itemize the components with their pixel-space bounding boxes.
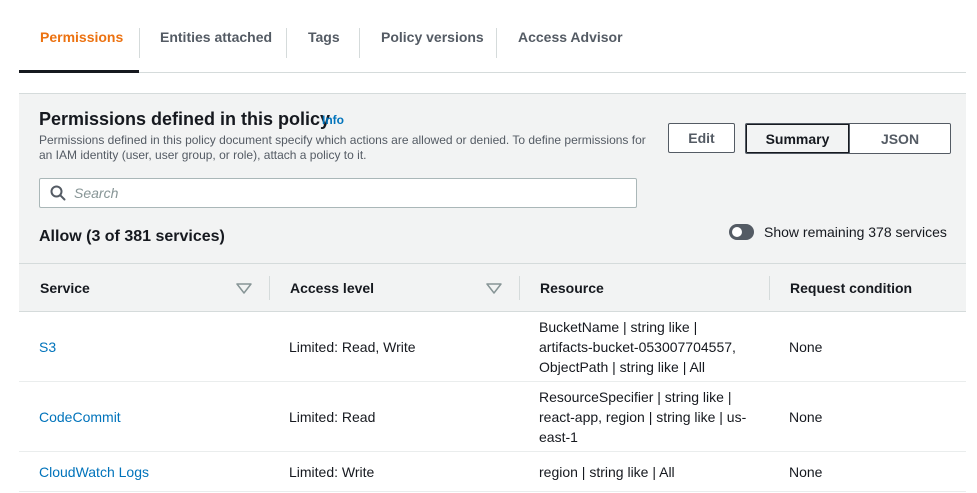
column-divider bbox=[769, 276, 770, 300]
tab-permissions[interactable]: Permissions bbox=[40, 0, 123, 73]
service-link-s3[interactable]: S3 bbox=[39, 312, 56, 381]
active-tab-indicator bbox=[19, 70, 139, 73]
request-condition-cell: None bbox=[789, 463, 823, 480]
edit-button[interactable]: Edit bbox=[668, 123, 735, 153]
show-remaining-services-label: Show remaining 378 services bbox=[764, 224, 947, 240]
toggle-knob bbox=[732, 227, 742, 237]
search-box bbox=[39, 178, 637, 208]
panel-description: Permissions defined in this policy docum… bbox=[39, 133, 646, 162]
search-input[interactable] bbox=[74, 183, 614, 203]
tab-policy-versions[interactable]: Policy versions bbox=[381, 0, 484, 73]
column-header-resource: Resource bbox=[540, 279, 604, 296]
allow-section-title: Allow (3 of 381 services) bbox=[39, 228, 225, 245]
tab-divider bbox=[496, 28, 497, 58]
access-level-cell: Limited: Read, Write bbox=[289, 338, 416, 355]
show-remaining-services-toggle[interactable] bbox=[729, 224, 754, 240]
search-icon bbox=[50, 185, 66, 201]
tab-access-advisor[interactable]: Access Advisor bbox=[518, 0, 623, 73]
service-link-codecommit[interactable]: CodeCommit bbox=[39, 382, 121, 451]
request-condition-cell: None bbox=[789, 408, 823, 425]
tab-divider bbox=[359, 28, 360, 58]
service-link-cloudwatch-logs[interactable]: CloudWatch Logs bbox=[39, 452, 149, 491]
resource-cell: BucketName | string like | artifacts-buc… bbox=[539, 318, 736, 375]
table-header: Service Access level Resource Request co… bbox=[19, 263, 966, 312]
resource-cell: ResourceSpecifier | string like | react-… bbox=[539, 388, 747, 445]
request-condition-cell: None bbox=[789, 338, 823, 355]
tab-divider bbox=[286, 28, 287, 58]
info-link[interactable]: Info bbox=[322, 113, 344, 127]
access-level-cell: Limited: Read bbox=[289, 408, 376, 425]
summary-view-button[interactable]: Summary bbox=[746, 124, 849, 153]
json-view-button[interactable]: JSON bbox=[849, 124, 950, 153]
table-row: CodeCommit Limited: Read ResourceSpecifi… bbox=[19, 382, 966, 452]
column-header-request-condition: Request condition bbox=[790, 279, 913, 296]
access-level-cell: Limited: Write bbox=[289, 463, 375, 480]
column-header-service[interactable]: Service bbox=[40, 264, 90, 311]
sort-caret-down-icon[interactable] bbox=[486, 282, 502, 294]
table-row: S3 Limited: Read, Write BucketName | str… bbox=[19, 312, 966, 382]
view-mode-toggle: Summary JSON bbox=[745, 123, 951, 154]
panel-header: Permissions defined in this policy Info … bbox=[19, 94, 966, 263]
column-divider bbox=[519, 276, 520, 300]
tab-entities-attached[interactable]: Entities attached bbox=[160, 0, 272, 73]
column-divider bbox=[269, 276, 270, 300]
permissions-panel: Permissions defined in this policy Info … bbox=[19, 93, 966, 493]
policy-tabs: Permissions Entities attached Tags Polic… bbox=[19, 0, 966, 73]
table-row: CloudWatch Logs Limited: Write region | … bbox=[19, 452, 966, 492]
resource-cell: region | string like | All bbox=[539, 463, 675, 480]
sort-caret-down-icon[interactable] bbox=[236, 282, 252, 294]
tab-tags[interactable]: Tags bbox=[308, 0, 340, 73]
tab-divider bbox=[139, 28, 140, 58]
panel-title: Permissions defined in this policy bbox=[39, 109, 331, 129]
column-header-access-level[interactable]: Access level bbox=[290, 264, 374, 311]
